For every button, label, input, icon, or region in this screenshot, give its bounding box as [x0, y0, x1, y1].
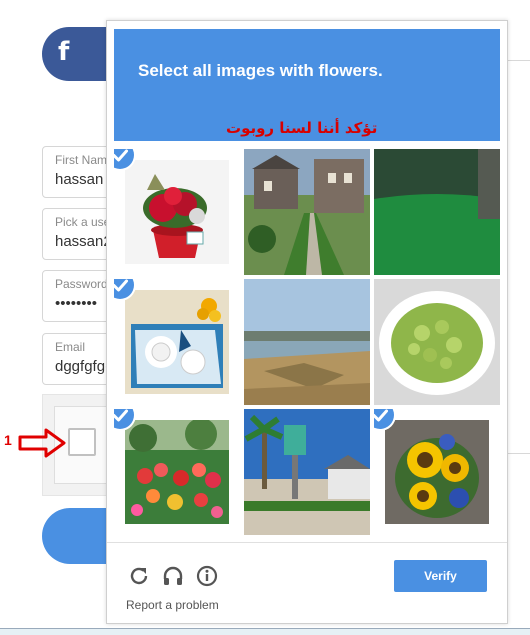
challenge-header: Select all images with flowers. تؤكد أنن… — [114, 29, 500, 141]
instruction-prefix: Select all images with — [138, 61, 319, 80]
table-flowers-image — [125, 290, 229, 394]
image-tile-1[interactable] — [114, 149, 240, 275]
not-a-robot-checkbox[interactable] — [68, 428, 96, 456]
field-label: Password — [55, 277, 108, 291]
instruction-suffix: . — [378, 61, 383, 80]
annotation-arrow-1-icon — [18, 428, 66, 458]
poinsettia-image — [125, 160, 229, 264]
lake-landscape-image — [244, 279, 370, 405]
recaptcha-challenge-popup: Select all images with flowers. تؤكد أنن… — [106, 20, 508, 624]
info-icon[interactable] — [195, 564, 219, 588]
checkmark-icon — [114, 409, 134, 429]
instruction-keyword: flowers — [318, 61, 378, 80]
field-label: First Nam — [55, 153, 107, 167]
arabic-annotation: تؤكد أننا لسنا روبوت — [226, 119, 378, 137]
checkmark-icon — [114, 149, 134, 169]
image-tile-7[interactable] — [114, 409, 240, 535]
houses-garden-image — [244, 149, 370, 275]
field-value: hassan2 — [55, 233, 112, 250]
image-tile-6[interactable] — [374, 279, 500, 405]
image-tile-5[interactable] — [244, 279, 370, 405]
checkmark-icon — [114, 279, 134, 299]
sunflower-bouquet-image — [385, 420, 489, 524]
footer-divider — [107, 542, 507, 543]
audio-icon[interactable] — [161, 564, 185, 588]
verify-button[interactable]: Verify — [394, 560, 487, 592]
report-problem-link[interactable]: Report a problem — [126, 598, 219, 612]
field-label: Pick a use — [55, 215, 111, 229]
image-tile-9[interactable] — [374, 409, 500, 535]
image-tile-3[interactable] — [374, 149, 500, 275]
field-label: Email — [55, 340, 86, 354]
annotation-step-1: 1 — [4, 432, 12, 448]
image-tile-4[interactable] — [114, 279, 240, 405]
green-carpet-image — [374, 149, 500, 275]
field-value: hassan — [55, 171, 104, 188]
kiwi-plate-image — [374, 279, 500, 405]
image-tile-2[interactable] — [244, 149, 370, 275]
image-tile-8[interactable] — [244, 409, 370, 535]
field-value: dggfgfg( — [55, 358, 111, 375]
reload-icon[interactable] — [127, 564, 151, 588]
challenge-instruction: Select all images with flowers. — [138, 61, 383, 81]
palm-street-image — [244, 409, 370, 535]
facebook-icon: f — [58, 37, 70, 67]
checkmark-icon — [374, 409, 394, 429]
flower-garden-image — [125, 420, 229, 524]
field-value: •••••••• — [55, 295, 98, 312]
